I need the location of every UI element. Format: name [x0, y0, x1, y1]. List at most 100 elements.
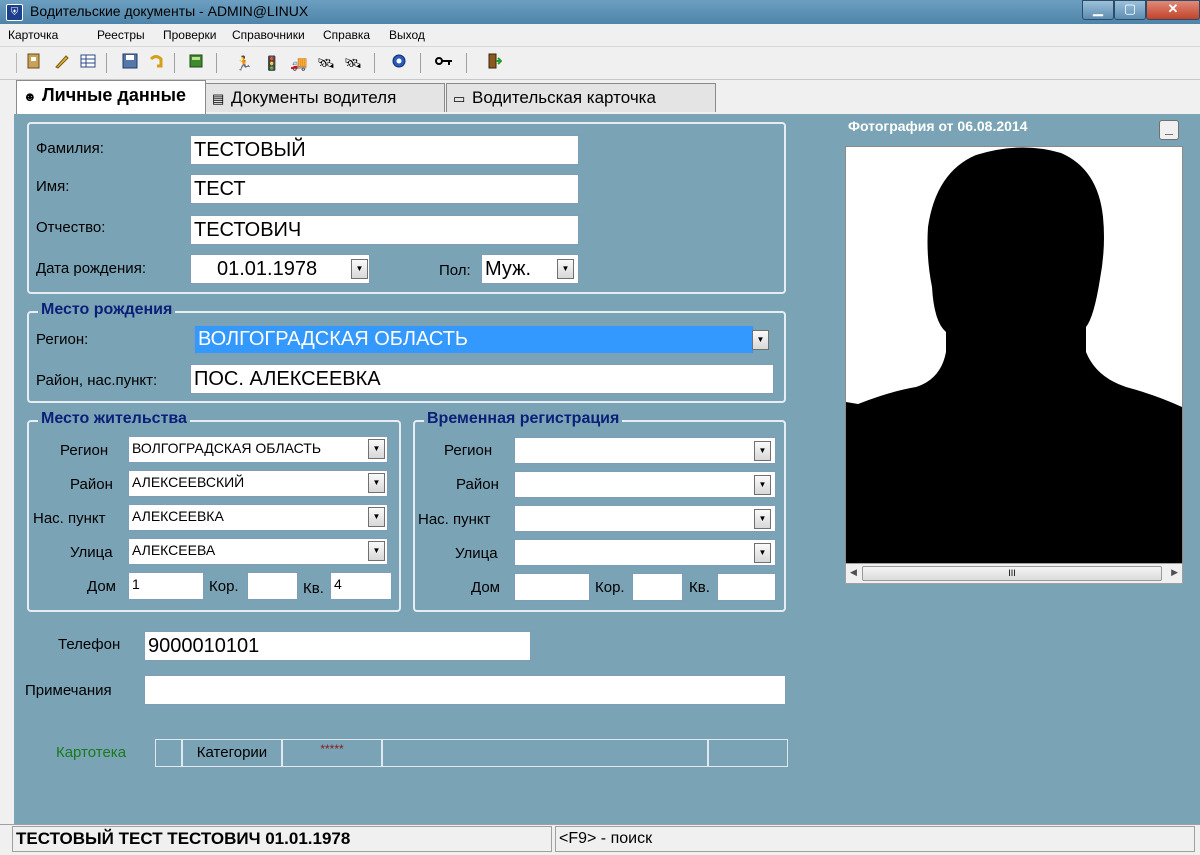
temp-region-label: Регион — [444, 442, 493, 459]
undo-icon[interactable] — [146, 53, 166, 73]
toolbar-grip — [16, 53, 17, 73]
residence-district-label: Район — [70, 476, 113, 493]
sex-dropdown-button[interactable]: ▼ — [557, 259, 574, 279]
person-icon: ☻ — [23, 89, 37, 104]
person-silhouette-image — [846, 147, 1182, 563]
residence-settlement-dropdown-button[interactable]: ▼ — [368, 507, 385, 527]
tab-documents-label: Документы водителя — [231, 88, 397, 107]
key-icon[interactable] — [434, 53, 454, 73]
birthplace-region-label: Регион: — [36, 331, 89, 348]
surname-field[interactable]: ТЕСТОВЫЙ — [190, 135, 579, 165]
maximize-button[interactable]: ▢ — [1114, 0, 1146, 20]
menu-spravka[interactable]: Справка — [323, 28, 370, 42]
status-person: ТЕСТОВЫЙ ТЕСТ ТЕСТОВИЧ 01.01.1978 — [12, 826, 552, 852]
tab-documents[interactable]: ▤ Документы водителя — [205, 83, 445, 112]
menu-reestry[interactable]: Реестры — [97, 28, 145, 42]
temp-house-label: Дом — [471, 579, 500, 596]
temp-settlement-dropdown-button[interactable]: ▼ — [754, 509, 771, 529]
menu-vyhod[interactable]: Выход — [389, 28, 425, 42]
birthdate-field[interactable]: 01.01.1978 — [190, 254, 370, 284]
birthplace-region-dropdown-button[interactable]: ▼ — [752, 330, 769, 350]
phone-label: Телефон — [58, 636, 121, 653]
notes-field[interactable] — [144, 675, 786, 705]
temp-building-field[interactable] — [632, 573, 683, 601]
scroll-thumb[interactable]: III — [862, 566, 1162, 581]
run-icon[interactable]: 🏃 — [234, 53, 254, 73]
temp-street-field[interactable] — [514, 539, 776, 566]
toolbar-separator — [106, 53, 107, 73]
temp-street-dropdown-button[interactable]: ▼ — [754, 543, 771, 563]
settings-icon[interactable] — [389, 53, 409, 73]
residence-settlement-field[interactable]: АЛЕКСЕЕВКА — [128, 504, 388, 531]
tab-personal[interactable]: ☻ Личные данные — [16, 80, 206, 114]
exit-icon[interactable] — [484, 53, 504, 73]
satellite-icon[interactable]: 🛰 — [343, 53, 363, 73]
residence-region-field[interactable]: ВОЛГОГРАДСКАЯ ОБЛАСТЬ — [128, 436, 388, 463]
temp-street-label: Улица — [455, 545, 498, 562]
pen-icon[interactable] — [52, 53, 72, 73]
birthplace-locality-label: Район, нас.пункт: — [36, 372, 158, 389]
temp-district-label: Район — [456, 476, 499, 493]
birthplace-region-field[interactable]: ВОЛГОГРАДСКАЯ ОБЛАСТЬ — [194, 325, 754, 354]
toolbar-separator — [216, 53, 217, 73]
temp-region-dropdown-button[interactable]: ▼ — [754, 441, 771, 461]
residence-street-dropdown-button[interactable]: ▼ — [368, 541, 385, 561]
truck-icon[interactable]: 🚚 — [289, 53, 309, 73]
residence-apt-field[interactable]: 4 — [330, 572, 392, 600]
temp-settlement-label: Нас. пункт — [418, 511, 491, 528]
satellite-icon[interactable]: 🛰 — [316, 53, 336, 73]
residence-title: Место жительства — [38, 410, 190, 428]
patronymic-label: Отчество: — [36, 219, 106, 236]
minimize-button[interactable]: ▁ — [1082, 0, 1114, 20]
kartoteka-label[interactable]: Картотека — [27, 739, 155, 767]
phone-field[interactable]: 9000010101 — [144, 631, 531, 661]
info-cell — [382, 739, 708, 767]
toolbar-separator — [420, 53, 421, 73]
signal-icon[interactable]: 🚦 — [262, 53, 282, 73]
save-icon[interactable] — [120, 53, 140, 73]
toolbar-separator — [466, 53, 467, 73]
grid-icon[interactable] — [78, 53, 98, 73]
notes-label: Примечания — [25, 682, 112, 699]
residence-district-field[interactable]: АЛЕКСЕЕВСКИЙ — [128, 470, 388, 497]
temp-building-label: Кор. — [595, 579, 625, 596]
scroll-left-icon[interactable]: ◀ — [850, 567, 857, 578]
menu-spravochniki[interactable]: Справочники — [232, 28, 305, 42]
temp-settlement-field[interactable] — [514, 505, 776, 532]
name-field[interactable]: ТЕСТ — [190, 174, 579, 204]
menu-kartochka[interactable]: Карточка — [8, 28, 58, 42]
document-icon: ▤ — [212, 91, 225, 106]
residence-region-label: Регион — [60, 442, 109, 459]
residence-region-dropdown-button[interactable]: ▼ — [368, 439, 385, 459]
categories-button[interactable]: Категории — [182, 739, 282, 767]
toolbar: 🏃 🚦 🚚 🛰 🛰 — [0, 47, 1200, 80]
residence-settlement-label: Нас. пункт — [33, 510, 106, 527]
scroll-right-icon[interactable]: ▶ — [1171, 567, 1178, 578]
residence-house-label: Дом — [87, 578, 116, 595]
residence-apt-label: Кв. — [303, 580, 324, 597]
exit-door-icon[interactable] — [24, 53, 44, 73]
residence-house-field[interactable]: 1 — [128, 572, 204, 600]
tab-card[interactable]: ▭ Водительская карточка — [446, 83, 716, 112]
menu-proverki[interactable]: Проверки — [163, 28, 217, 42]
birthplace-title: Место рождения — [38, 301, 176, 319]
temp-house-field[interactable] — [514, 573, 590, 601]
menu-bar: Карточка Реестры Проверки Справочники Сп… — [0, 24, 1200, 47]
temp-district-field[interactable] — [514, 471, 776, 498]
photo-horizontal-scrollbar[interactable]: ◀ III ▶ — [845, 563, 1183, 584]
book-icon[interactable] — [186, 53, 206, 73]
temp-apt-field[interactable] — [717, 573, 776, 601]
temp-region-field[interactable] — [514, 437, 776, 464]
residence-building-field[interactable] — [247, 572, 298, 600]
birthplace-locality-field[interactable]: ПОС. АЛЕКСЕЕВКА — [190, 364, 774, 394]
stars-indicator: ***** — [282, 739, 382, 767]
photo-collapse-button[interactable]: _ — [1159, 120, 1179, 140]
status-hint: <F9> - поиск — [555, 826, 1195, 852]
patronymic-field[interactable]: ТЕСТОВИЧ — [190, 215, 579, 245]
residence-district-dropdown-button[interactable]: ▼ — [368, 473, 385, 493]
temp-district-dropdown-button[interactable]: ▼ — [754, 475, 771, 495]
app-icon: ⛨ — [6, 4, 23, 21]
birthdate-dropdown-button[interactable]: ▼ — [351, 259, 368, 279]
residence-street-field[interactable]: АЛЕКСЕЕВА — [128, 538, 388, 565]
close-button[interactable]: ✕ — [1146, 0, 1200, 20]
